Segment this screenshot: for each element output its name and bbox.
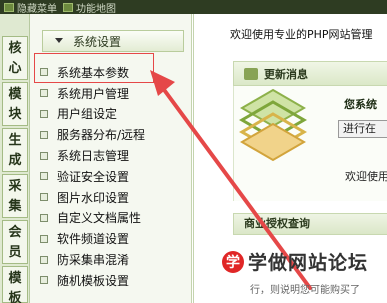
system-label: 您系统 <box>344 98 377 111</box>
collapse-arrow-icon <box>55 38 63 43</box>
tab-generate[interactable]: 生成 <box>2 128 28 172</box>
watermark-text: 学做网站论坛 <box>248 252 369 274</box>
bullet-icon <box>40 234 48 243</box>
function-map-label: 功能地图 <box>76 3 116 15</box>
layered-logo-icon <box>239 88 307 162</box>
menu-item-user-group[interactable]: 用户组设定 <box>38 104 145 125</box>
bullet-icon <box>40 255 48 264</box>
hide-menu-label: 隐藏菜单 <box>17 3 57 15</box>
hide-menu-button[interactable]: 隐藏菜单 <box>4 0 57 15</box>
menu-item-server-distribution[interactable]: 服务器分布/远程 <box>38 124 145 145</box>
top-bar: 隐藏菜单 功能地图 <box>0 0 387 15</box>
menu-item-security[interactable]: 验证安全设置 <box>38 166 145 187</box>
bullet-icon <box>40 213 48 222</box>
menu-item-system-log[interactable]: 系统日志管理 <box>38 145 145 166</box>
tab-module[interactable]: 模块 <box>2 82 28 126</box>
menu-header-label: 系统设置 <box>73 34 122 49</box>
bullet-icon <box>40 151 48 160</box>
welcome-use-text: 欢迎使用 <box>345 170 387 183</box>
tab-core[interactable]: 核心 <box>2 36 28 80</box>
bullet-icon <box>40 89 48 98</box>
bullet-icon <box>40 172 48 181</box>
watermark: 学 学做网站论坛 <box>222 248 368 275</box>
tab-member[interactable]: 会员 <box>2 220 28 264</box>
bullet-icon <box>40 109 48 118</box>
status-button[interactable]: 进行在 <box>338 120 387 138</box>
bullet-icon <box>40 193 48 202</box>
bullet-icon <box>40 130 48 139</box>
watermark-badge: 学 <box>222 250 244 273</box>
menu-item-software-channel[interactable]: 软件频道设置 <box>38 228 145 249</box>
highlight-box <box>34 53 154 83</box>
function-map-button[interactable]: 功能地图 <box>63 0 116 15</box>
menu-header-system-settings[interactable]: 系统设置 <box>42 30 184 52</box>
bullet-icon <box>40 276 48 285</box>
menu-item-custom-attributes[interactable]: 自定义文档属性 <box>38 208 145 229</box>
tab-template[interactable]: 模板 <box>2 266 28 303</box>
hide-menu-icon <box>4 2 14 12</box>
news-title: 更新消息 <box>264 67 308 81</box>
menu-item-random-template[interactable]: 随机模板设置 <box>38 270 145 291</box>
menu-item-user-management[interactable]: 系统用户管理 <box>38 83 145 104</box>
function-map-icon <box>63 2 73 12</box>
vertical-tabs: 核心 模块 生成 采集 会员 模板 <box>0 14 30 303</box>
tab-collect[interactable]: 采集 <box>2 174 28 218</box>
news-icon <box>244 67 258 80</box>
news-bar: 更新消息 <box>233 61 387 86</box>
watermark-subtext: 行，则说明您可能购买了 <box>250 285 360 296</box>
menu-item-anti-collect[interactable]: 防采集串混淆 <box>38 249 145 270</box>
license-query-bar: 商业授权查询 <box>233 213 387 235</box>
menu-item-watermark[interactable]: 图片水印设置 <box>38 187 145 208</box>
menu-list: 系统基本参数 系统用户管理 用户组设定 服务器分布/远程 系统日志管理 验证安全… <box>38 62 145 291</box>
welcome-text: 欢迎使用专业的PHP网站管理 <box>230 28 373 41</box>
